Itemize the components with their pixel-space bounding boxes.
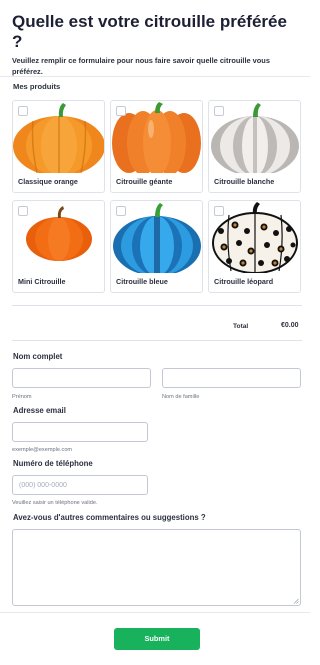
- product-checkbox[interactable]: [116, 106, 126, 116]
- product-card-mini-citrouille[interactable]: Mini Citrouille: [12, 200, 105, 293]
- comments-textarea[interactable]: [12, 529, 301, 606]
- product-checkbox[interactable]: [18, 106, 28, 116]
- full-name-label: Nom complet: [13, 352, 63, 361]
- phone-input[interactable]: [12, 475, 148, 495]
- first-name-sublabel: Prénom: [12, 394, 32, 400]
- email-input[interactable]: [12, 422, 148, 442]
- last-name-sublabel: Nom de famille: [162, 394, 200, 400]
- product-label: Citrouille blanche: [214, 177, 275, 186]
- products-label: Mes produits: [13, 82, 61, 91]
- product-label: Citrouille géante: [116, 177, 173, 186]
- product-card-citrouille-leopard[interactable]: Citrouille léopard: [208, 200, 301, 293]
- product-grid: Classique orange Citrouille géante Citro…: [12, 100, 302, 295]
- email-label: Adresse email: [13, 406, 66, 415]
- form-title: Quelle est votre citrouille préférée ?: [12, 12, 287, 51]
- first-name-input[interactable]: [12, 368, 151, 388]
- product-card-citrouille-blanche[interactable]: Citrouille blanche: [208, 100, 301, 193]
- resize-grip-icon[interactable]: [293, 598, 299, 604]
- product-checkbox[interactable]: [116, 206, 126, 216]
- product-label: Mini Citrouille: [18, 277, 66, 286]
- product-label: Citrouille bleue: [116, 277, 168, 286]
- phone-sublabel: Veuillez saisir un téléphone valide.: [12, 500, 98, 506]
- total-divider: [12, 340, 302, 341]
- product-card-citrouille-geante[interactable]: Citrouille géante: [110, 100, 203, 193]
- product-checkbox[interactable]: [214, 106, 224, 116]
- form-subtitle: Veuillez remplir ce formulaire pour nous…: [12, 56, 270, 76]
- footer-divider: [0, 612, 310, 613]
- product-card-citrouille-bleue[interactable]: Citrouille bleue: [110, 200, 203, 293]
- product-label: Citrouille léopard: [214, 277, 274, 286]
- form-header: Quelle est votre citrouille préférée ? V…: [0, 0, 310, 77]
- total-label: Total: [233, 323, 249, 330]
- total-value: €0.00: [281, 322, 299, 329]
- last-name-input[interactable]: [162, 368, 301, 388]
- product-checkbox[interactable]: [18, 206, 28, 216]
- comments-label: Avez-vous d'autres commentaires ou sugge…: [13, 513, 206, 522]
- products-divider: [12, 305, 302, 306]
- product-card-classique-orange[interactable]: Classique orange: [12, 100, 105, 193]
- product-label: Classique orange: [18, 177, 78, 186]
- product-checkbox[interactable]: [214, 206, 224, 216]
- submit-button[interactable]: Submit: [114, 628, 200, 650]
- phone-label: Numéro de téléphone: [13, 459, 93, 468]
- email-sublabel: exemple@exemple.com: [12, 447, 73, 453]
